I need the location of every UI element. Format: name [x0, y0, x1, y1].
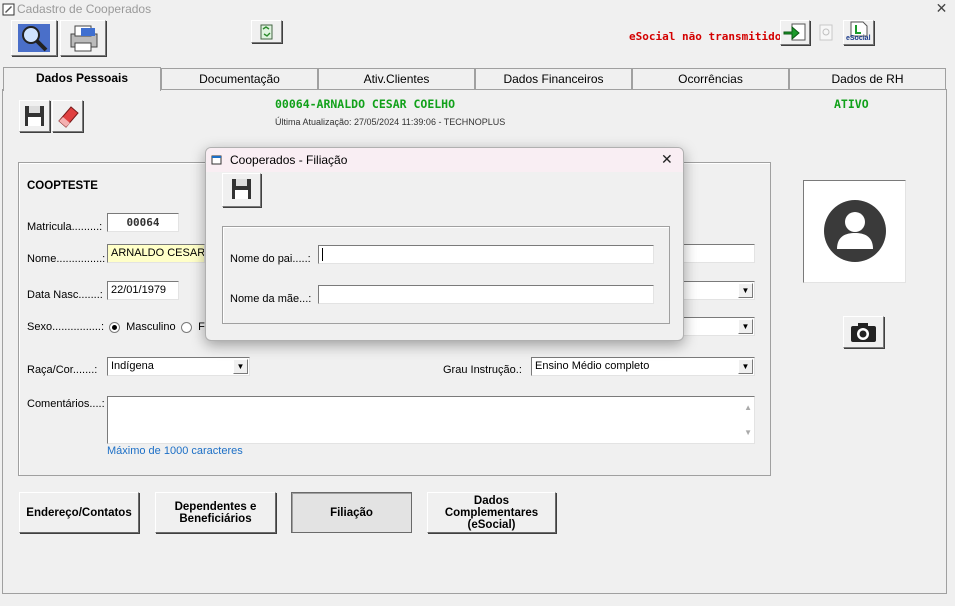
- tab-dados-rh[interactable]: Dados de RH: [789, 68, 946, 90]
- filiacao-label: Filiação: [330, 506, 373, 519]
- grau-value: Ensino Médio completo: [535, 360, 650, 372]
- matricula-field[interactable]: 00064: [107, 213, 179, 232]
- dependentes-label-1: Dependentes e: [174, 500, 257, 513]
- app-icon: [2, 3, 15, 16]
- tab-dados-pessoais[interactable]: Dados Pessoais: [3, 67, 161, 91]
- print-button[interactable]: [60, 20, 106, 56]
- matricula-value: 00064: [126, 216, 160, 229]
- sexo-feminino-radio[interactable]: F: [181, 321, 205, 333]
- import-arrow-icon: [783, 23, 806, 41]
- chevron-down-icon: ▼: [233, 359, 248, 374]
- erase-button[interactable]: [52, 100, 83, 132]
- dados-complementares-button[interactable]: Dados Complementares (eSocial): [427, 492, 556, 533]
- comentarios-note: Máximo de 1000 caracteres: [107, 445, 243, 457]
- combo-right-1[interactable]: ▼: [680, 281, 755, 300]
- user-avatar-icon: [824, 200, 886, 262]
- filiacao-dialog: Cooperados - Filiação ✕ Nome do pai.....…: [205, 147, 684, 341]
- radio-unchecked-icon: [181, 321, 192, 333]
- group-title: COOPTESTE: [27, 180, 98, 192]
- endereco-contatos-label: Endereço/Contatos: [26, 506, 132, 519]
- mae-input[interactable]: [318, 285, 654, 304]
- tab-ativ-clientes[interactable]: Ativ.Clientes: [318, 68, 475, 90]
- mae-label: Nome da mãe...:: [230, 293, 312, 305]
- raca-value: Indígena: [111, 360, 154, 372]
- floppy-disk-icon: [232, 179, 251, 199]
- dialog-group: [222, 226, 670, 324]
- window-icon: [211, 155, 222, 165]
- grau-select[interactable]: Ensino Médio completo ▼: [531, 357, 755, 376]
- tab-ocorrencias[interactable]: Ocorrências: [632, 68, 789, 90]
- pai-input[interactable]: [318, 245, 654, 264]
- gear-icon: [819, 24, 833, 41]
- chevron-down-icon: ▼: [738, 319, 753, 334]
- scroll-down-icon[interactable]: ▼: [744, 425, 752, 440]
- grau-label: Grau Instrução.:: [443, 364, 522, 376]
- scroll-up-icon[interactable]: ▲: [744, 400, 752, 415]
- text-cursor: [322, 247, 323, 261]
- dialog-title: Cooperados - Filiação: [230, 153, 348, 167]
- chevron-down-icon: ▼: [738, 283, 753, 298]
- photo-frame: [803, 180, 906, 283]
- filiacao-button[interactable]: Filiação: [291, 492, 412, 533]
- tab-dados-financeiros[interactable]: Dados Financeiros: [475, 68, 632, 90]
- magnifier-icon: [18, 24, 50, 52]
- disabled-tool-button[interactable]: [812, 20, 840, 45]
- chevron-down-icon: ▼: [738, 359, 753, 374]
- dialog-close-button[interactable]: ✕: [661, 151, 673, 168]
- sexo-label: Sexo................:: [27, 321, 105, 333]
- data-nasc-field[interactable]: 22/01/1979: [107, 281, 179, 300]
- data-nasc-label: Data Nasc.......:: [27, 289, 103, 301]
- combo-right-2[interactable]: ▼: [680, 317, 755, 336]
- floppy-disk-icon: [25, 106, 44, 126]
- raca-label: Raça/Cor.......:: [27, 364, 98, 376]
- dialog-titlebar: Cooperados - Filiação ✕: [206, 148, 683, 172]
- tab-documentacao[interactable]: Documentação: [161, 68, 318, 90]
- pai-label: Nome do pai.....:: [230, 253, 311, 265]
- radio-checked-icon: [109, 321, 120, 333]
- nome-label: Nome...............:: [27, 253, 106, 265]
- save-button[interactable]: [19, 100, 50, 132]
- sexo-feminino-label: F: [198, 321, 205, 333]
- dados-label-1: Dados: [473, 494, 510, 507]
- endereco-contatos-button[interactable]: Endereço/Contatos: [19, 492, 139, 533]
- nome-value: ARNALDO CESAR: [111, 247, 205, 259]
- eraser-icon: [58, 106, 79, 128]
- raca-select[interactable]: Indígena ▼: [107, 357, 250, 376]
- data-nasc-value: 22/01/1979: [111, 284, 167, 296]
- esocial-icon-label: eSocial: [846, 35, 871, 42]
- window-title: Cadastro de Cooperados: [17, 2, 152, 16]
- camera-button[interactable]: [843, 316, 884, 348]
- comentarios-textarea[interactable]: ▲ ▼: [107, 396, 755, 444]
- nome-field[interactable]: ARNALDO CESAR: [107, 244, 205, 263]
- esocial-status-text: eSocial não transmitido: [629, 30, 782, 43]
- search-button[interactable]: [11, 20, 57, 56]
- import-button[interactable]: [780, 20, 810, 45]
- window-close-button[interactable]: ✕: [928, 0, 955, 18]
- esocial-button[interactable]: eSocial: [843, 20, 874, 45]
- window-titlebar: Cadastro de Cooperados ✕: [0, 0, 955, 20]
- printer-icon: [70, 25, 98, 52]
- dependentes-label-2: Beneficiários: [179, 512, 252, 525]
- recycle-bin-icon: [260, 24, 273, 40]
- sexo-masculino-radio[interactable]: Masculino: [109, 321, 176, 333]
- dados-label-2: Complementares: [444, 506, 539, 519]
- last-update-text: Última Atualização: 27/05/2024 11:39:06 …: [275, 117, 506, 127]
- nome-field-right[interactable]: [680, 244, 755, 263]
- record-header: 00064-ARNALDO CESAR COELHO: [275, 97, 456, 111]
- sexo-masculino-label: Masculino: [126, 321, 176, 333]
- matricula-label: Matricula.........:: [27, 221, 103, 233]
- comentarios-label: Comentários....:: [27, 398, 105, 410]
- camera-icon: [851, 323, 876, 342]
- dependentes-button[interactable]: Dependentes e Beneficiários: [155, 492, 276, 533]
- dados-label-3: (eSocial): [467, 518, 516, 531]
- recycle-button[interactable]: [251, 20, 282, 43]
- record-status: ATIVO: [834, 97, 869, 111]
- dialog-save-button[interactable]: [222, 173, 261, 207]
